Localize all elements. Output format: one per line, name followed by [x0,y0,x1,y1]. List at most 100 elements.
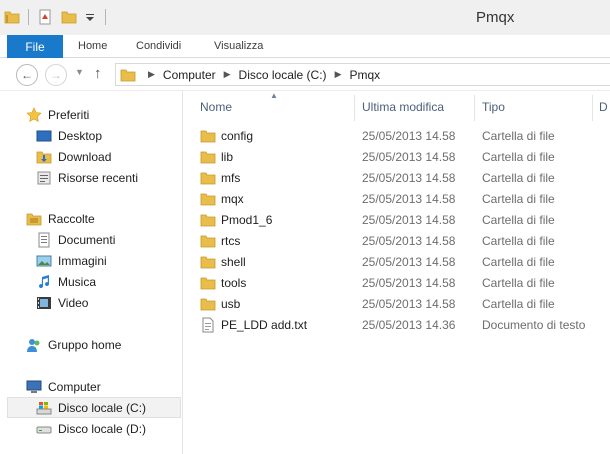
folder-icon [200,275,216,291]
file-name: PE_LDD add.txt [221,318,308,332]
file-row[interactable]: rtcs 25/05/2013 14.58 Cartella di file [184,230,610,251]
nav-computer[interactable]: Computer [26,376,101,397]
folder-icon [200,212,216,228]
file-row[interactable]: usb 25/05/2013 14.58 Cartella di file [184,293,610,314]
nav-disk-d[interactable]: Disco locale (D:) [36,418,146,439]
file-row[interactable]: mfs 25/05/2013 14.58 Cartella di file [184,167,610,188]
nav-download[interactable]: Download [36,146,111,167]
file-modified: 25/05/2013 14.58 [362,213,456,227]
file-row[interactable]: shell 25/05/2013 14.58 Cartella di file [184,251,610,272]
recent-places-icon [36,170,52,186]
tab-file[interactable]: File [7,35,63,58]
column-header-modified[interactable]: Ultima modifica [362,100,444,114]
file-type: Cartella di file [482,150,555,164]
folder-icon [200,191,216,207]
arrow-right-icon: → [50,68,62,82]
nav-label: Immagini [58,253,107,268]
nav-documents[interactable]: Documenti [36,229,115,250]
properties-icon[interactable] [37,9,53,25]
text-file-icon [200,317,216,333]
file-modified: 25/05/2013 14.58 [362,192,456,206]
nav-video[interactable]: Video [36,292,88,313]
file-modified: 25/05/2013 14.58 [362,129,456,143]
column-header-name[interactable]: Nome [200,100,232,114]
file-modified: 25/05/2013 14.58 [362,171,456,185]
file-name: usb [221,297,241,311]
quick-access-toolbar [4,6,112,28]
app-folder-icon[interactable] [4,9,20,25]
window-title: Pmqx [476,9,515,26]
chevron-right-icon[interactable]: ▶ [148,69,155,80]
nav-label: Preferiti [48,107,90,122]
file-name: mqx [221,192,244,206]
nav-label: Raccolte [48,211,95,226]
column-header-type[interactable]: Tipo [482,100,505,114]
homegroup-icon [26,337,42,353]
file-row[interactable]: lib 25/05/2013 14.58 Cartella di file [184,146,610,167]
column-divider[interactable] [354,95,355,121]
column-divider[interactable] [592,95,593,121]
tab-home[interactable]: Home [78,40,107,52]
toolbar-divider [105,9,106,25]
chevron-right-icon[interactable]: ▶ [224,69,231,80]
nav-desktop[interactable]: Desktop [36,125,102,146]
up-arrow-icon[interactable]: ↑ [94,65,102,82]
tab-condividi[interactable]: Condividi [136,40,181,52]
new-folder-icon[interactable] [61,9,77,25]
nav-recent-places[interactable]: Risorse recenti [36,167,138,188]
recent-locations-icon[interactable]: ▼ [75,67,84,77]
back-button[interactable]: ← [16,64,38,86]
file-type: Cartella di file [482,171,555,185]
column-divider[interactable] [474,95,475,121]
nav-label: Download [58,149,112,164]
file-row[interactable]: Pmod1_6 25/05/2013 14.58 Cartella di fil… [184,209,610,230]
file-row[interactable]: tools 25/05/2013 14.58 Cartella di file [184,272,610,293]
star-icon [26,106,42,123]
ribbon-tabs: File Home Condividi Visualizza [0,35,610,58]
customize-dropdown-icon[interactable] [83,9,97,25]
file-name: mfs [221,171,241,185]
download-folder-icon [36,149,52,165]
file-type: Cartella di file [482,297,555,311]
nav-label: Risorse recenti [58,170,139,185]
address-bar[interactable]: ▶ Computer ▶ Disco locale (C:) ▶ Pmqx [115,63,610,86]
nav-disk-c[interactable]: Disco locale (C:) [7,397,181,418]
nav-favorites[interactable]: Preferiti [26,104,89,125]
nav-homegroup[interactable]: Gruppo home [26,334,121,355]
folder-icon [200,254,216,270]
chevron-right-icon[interactable]: ▶ [335,69,342,80]
file-name: Pmod1_6 [221,213,273,227]
folder-icon [200,233,216,249]
breadcrumb-computer[interactable]: Computer [163,68,216,82]
breadcrumb-disk-c[interactable]: Disco locale (C:) [239,68,327,82]
folder-icon [200,296,216,312]
drive-d-icon [36,421,52,437]
folder-icon [200,128,216,144]
pictures-icon [36,253,52,269]
file-name: shell [221,255,246,269]
drive-c-icon [36,400,52,416]
file-type: Cartella di file [482,129,555,143]
file-list: ▲ Nome Ultima modifica Tipo D config 25/… [184,91,610,454]
column-header-size[interactable]: D [599,100,608,114]
toolbar-divider [28,9,29,25]
tab-visualizza[interactable]: Visualizza [214,40,263,52]
file-row[interactable]: mqx 25/05/2013 14.58 Cartella di file [184,188,610,209]
file-name: lib [221,150,234,164]
nav-pictures[interactable]: Immagini [36,250,107,271]
breadcrumb-pmqx[interactable]: Pmqx [349,68,380,82]
nav-label: Documenti [58,232,116,247]
file-row[interactable]: PE_LDD add.txt 25/05/2013 14.36 Document… [184,314,610,335]
file-modified: 25/05/2013 14.58 [362,150,456,164]
file-name: rtcs [221,234,241,248]
file-type: Cartella di file [482,255,555,269]
forward-button[interactable]: → [45,64,67,86]
file-type: Documento di testo [482,318,586,332]
file-row[interactable]: config 25/05/2013 14.58 Cartella di file [184,125,610,146]
file-modified: 25/05/2013 14.58 [362,297,456,311]
nav-libraries[interactable]: Raccolte [26,208,95,229]
nav-music[interactable]: Musica [36,271,96,292]
file-name: config [221,129,254,143]
desktop-icon [36,128,52,144]
nav-label: Computer [48,379,101,394]
